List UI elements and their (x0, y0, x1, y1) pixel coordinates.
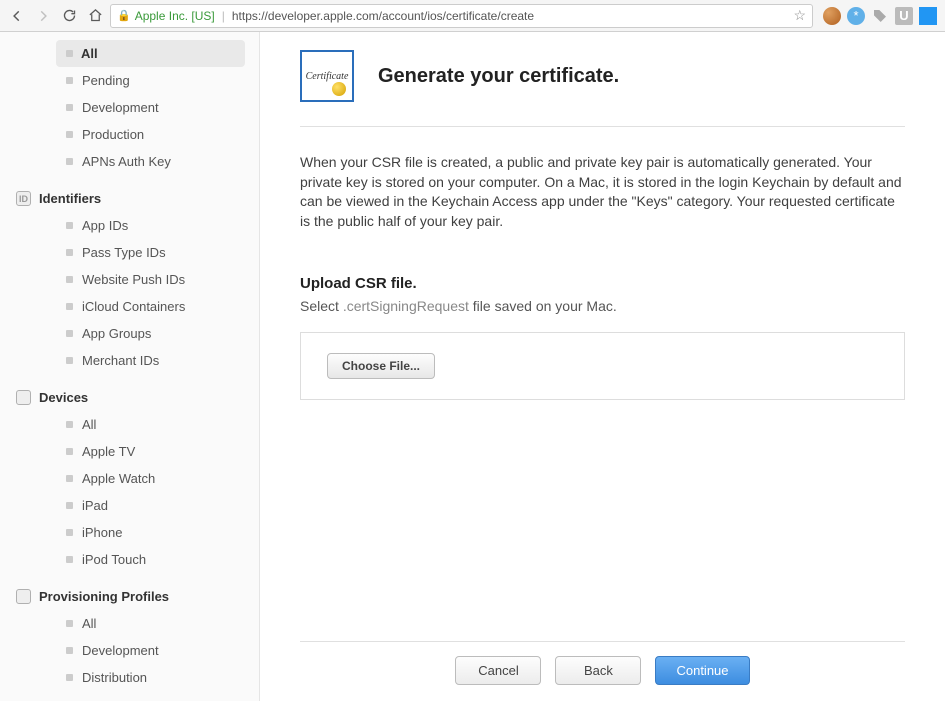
sidebar-item[interactable]: App Groups (0, 320, 259, 347)
bullet-icon (66, 529, 73, 536)
sidebar-item[interactable]: APNs Auth Key (0, 148, 259, 175)
sidebar-group-identifiers: IDIdentifiers App IDs Pass Type IDs Webs… (0, 183, 259, 374)
extension-icon[interactable] (871, 7, 889, 25)
extension-icon[interactable]: * (847, 7, 865, 25)
extension-icon[interactable] (919, 7, 937, 25)
id-icon: ID (16, 191, 31, 206)
bullet-icon (66, 647, 73, 654)
browser-toolbar: 🔒 Apple Inc. [US] | https://developer.ap… (0, 0, 945, 32)
sidebar-item[interactable]: Website Push IDs (0, 266, 259, 293)
sidebar-item[interactable]: All (0, 610, 259, 637)
bullet-icon (66, 620, 73, 627)
sidebar-item[interactable]: iPod Touch (0, 546, 259, 573)
bullet-icon (66, 556, 73, 563)
main-content: Certificate Generate your certificate. W… (260, 32, 945, 701)
sidebar-group-profiles: Provisioning Profiles All Development Di… (0, 581, 259, 691)
page-header: Certificate Generate your certificate. (300, 50, 905, 127)
sidebar-item[interactable]: Development (0, 637, 259, 664)
bullet-icon (66, 131, 73, 138)
bullet-icon (66, 77, 73, 84)
sidebar-item[interactable]: iPad (0, 492, 259, 519)
bullet-icon (66, 357, 73, 364)
sidebar-item[interactable]: Merchant IDs (0, 347, 259, 374)
url-text: https://developer.apple.com/account/ios/… (232, 9, 534, 23)
sidebar-heading: IDIdentifiers (0, 183, 259, 212)
sidebar-item[interactable]: Apple Watch (0, 465, 259, 492)
sidebar-heading: Devices (0, 382, 259, 411)
extension-icon[interactable]: U (895, 7, 913, 25)
forward-icon (32, 5, 54, 27)
sidebar: All Pending Development Production APNs … (0, 32, 260, 701)
bookmark-star-icon[interactable]: ☆ (793, 7, 806, 24)
sidebar-item[interactable]: Apple TV (0, 438, 259, 465)
lock-icon: 🔒 (117, 9, 131, 22)
sidebar-item[interactable]: iCloud Containers (0, 293, 259, 320)
sidebar-group-certificates: All Pending Development Production APNs … (0, 40, 259, 175)
back-button[interactable]: Back (555, 656, 641, 685)
sidebar-item[interactable]: iPhone (0, 519, 259, 546)
home-icon[interactable] (84, 5, 106, 27)
bullet-icon (66, 421, 73, 428)
sidebar-item[interactable]: Pending (0, 67, 259, 94)
cancel-button[interactable]: Cancel (455, 656, 541, 685)
extension-icon[interactable] (823, 7, 841, 25)
sidebar-group-devices: Devices All Apple TV Apple Watch iPad iP… (0, 382, 259, 573)
bullet-icon (66, 276, 73, 283)
bullet-icon (66, 448, 73, 455)
certificate-icon: Certificate (300, 50, 354, 102)
profile-icon (16, 589, 31, 604)
sidebar-item[interactable]: Production (0, 121, 259, 148)
sidebar-heading: Provisioning Profiles (0, 581, 259, 610)
reload-icon[interactable] (58, 5, 80, 27)
bullet-icon (66, 50, 73, 57)
upload-box: Choose File... (300, 332, 905, 400)
bullet-icon (66, 674, 73, 681)
upload-heading: Upload CSR file. (300, 275, 905, 292)
sidebar-item[interactable]: Distribution (0, 664, 259, 691)
choose-file-button[interactable]: Choose File... (327, 353, 435, 379)
device-icon (16, 390, 31, 405)
continue-button[interactable]: Continue (655, 656, 749, 685)
sidebar-item[interactable]: All (0, 411, 259, 438)
bullet-icon (66, 222, 73, 229)
upload-subtext: Select .certSigningRequest file saved on… (300, 298, 905, 314)
bullet-icon (66, 502, 73, 509)
bullet-icon (66, 158, 73, 165)
bullet-icon (66, 475, 73, 482)
sidebar-item[interactable]: All (56, 40, 245, 67)
back-icon[interactable] (6, 5, 28, 27)
seal-icon (332, 82, 346, 96)
page-title: Generate your certificate. (378, 65, 619, 88)
footer-actions: Cancel Back Continue (300, 641, 905, 701)
bullet-icon (66, 303, 73, 310)
url-bar[interactable]: 🔒 Apple Inc. [US] | https://developer.ap… (110, 4, 813, 28)
url-org: Apple Inc. [US] (135, 9, 215, 23)
bullet-icon (66, 104, 73, 111)
description-text: When your CSR file is created, a public … (300, 153, 905, 231)
sidebar-item[interactable]: Development (0, 94, 259, 121)
bullet-icon (66, 330, 73, 337)
bullet-icon (66, 249, 73, 256)
sidebar-item[interactable]: App IDs (0, 212, 259, 239)
extension-icons: * U (817, 7, 939, 25)
sidebar-item[interactable]: Pass Type IDs (0, 239, 259, 266)
